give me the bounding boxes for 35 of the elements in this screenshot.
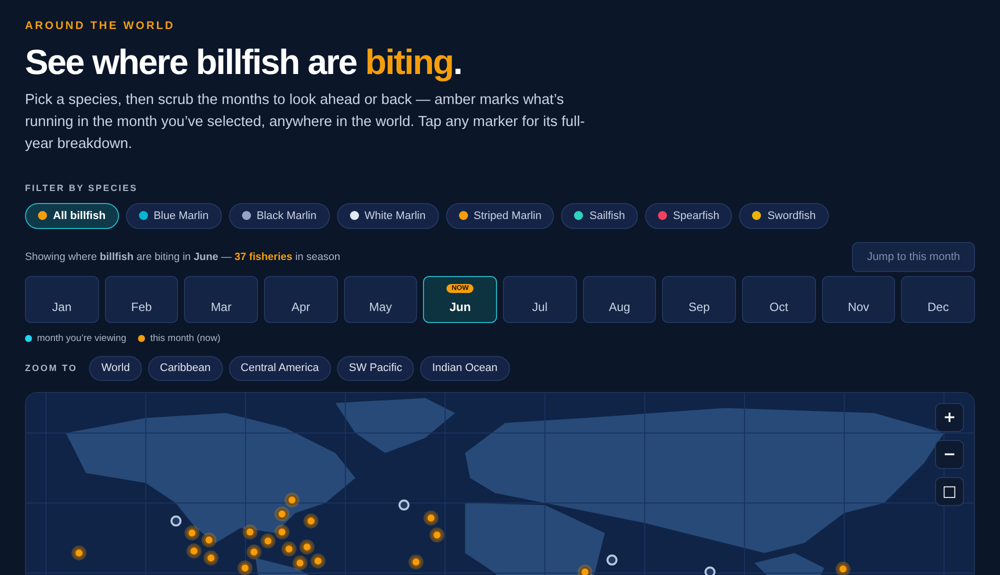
month-tile[interactable]: Oct <box>742 276 816 323</box>
species-chip[interactable]: All billfish <box>25 202 119 229</box>
month-tile[interactable]: Jul <box>502 276 577 323</box>
species-chip[interactable]: Black Marlin <box>228 202 330 229</box>
region-button[interactable]: Indian Ocean <box>420 356 510 381</box>
month-tile[interactable]: Mar <box>184 276 258 323</box>
legend-label: this month (now) <box>150 332 220 344</box>
map-control-button[interactable]: + <box>935 402 964 432</box>
region-button[interactable]: Central America <box>228 356 331 381</box>
species-chip[interactable]: Swordfish <box>739 202 829 229</box>
month-tile[interactable]: Apr <box>264 276 338 323</box>
month-tile[interactable]: Dec <box>901 276 975 323</box>
month-tile[interactable]: Jan <box>25 276 99 323</box>
region-button[interactable]: World <box>89 356 142 381</box>
map-control-button[interactable]: − <box>935 440 964 469</box>
species-chip[interactable]: Spearfish <box>644 202 732 229</box>
species-chip[interactable]: Sailfish <box>561 202 638 229</box>
month-tile[interactable]: Nov <box>822 276 896 323</box>
species-chip[interactable]: Blue Marlin <box>126 202 222 229</box>
month-tile[interactable]: Sep <box>662 276 736 323</box>
region-button[interactable]: SW Pacific <box>336 356 414 381</box>
species-chip[interactable]: Striped Marlin <box>446 202 554 229</box>
filter-label: FILTER BY SPECIES <box>25 182 139 193</box>
intro-paragraph: Pick a species, then scrub the months to look ahead or back — amber marks what’s running in the month you’ve selected, anywhere in the world. Tap any marker for its full-year breakdown. <box>25 90 585 154</box>
month-tile[interactable]: May <box>344 276 418 323</box>
map-control-button[interactable]: □ <box>935 476 964 506</box>
section-eyebrow: AROUND THE WORLD <box>25 20 176 32</box>
status-text: Showing where billfish are biting in June — 37 fisheries in season <box>25 250 340 263</box>
month-tile[interactable]: Feb <box>104 276 178 323</box>
species-chip[interactable]: White Marlin <box>336 202 439 229</box>
region-button[interactable]: Caribbean <box>148 356 223 381</box>
month-tile[interactable]: Aug <box>582 276 656 323</box>
legend-label: month you’re viewing <box>37 332 126 344</box>
zoom-label: ZOOM TO <box>25 363 78 374</box>
page-heading: See where billfish are biting. <box>25 44 463 82</box>
